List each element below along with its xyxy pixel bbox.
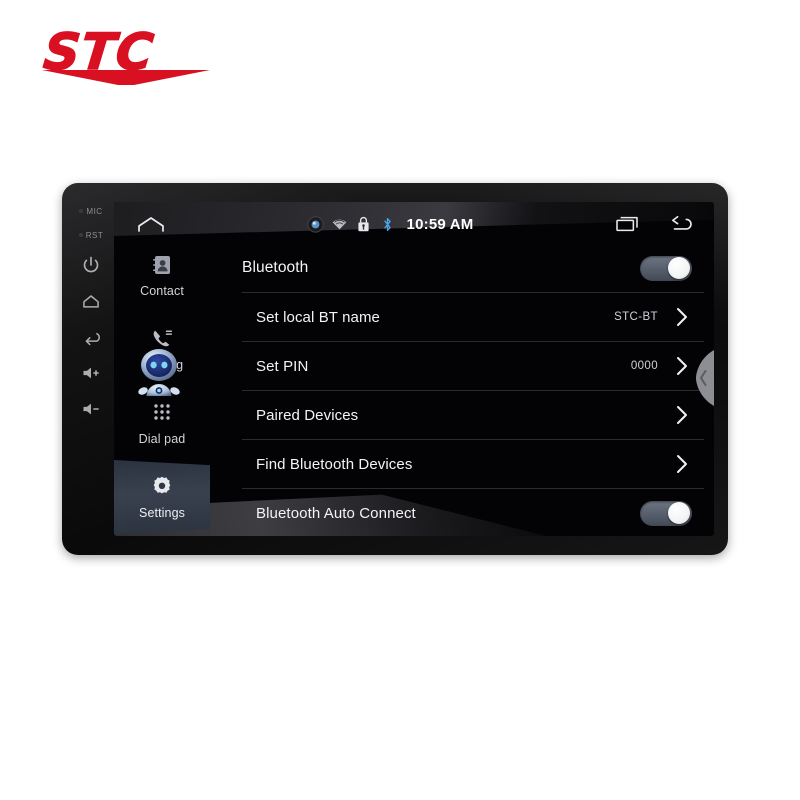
home-icon[interactable]	[136, 214, 166, 234]
call-log-icon	[153, 330, 173, 346]
status-clock: 10:59 AM	[406, 215, 474, 233]
status-indicators: 10:59 AM	[306, 215, 474, 233]
sidebar-item-dial-pad[interactable]: Dial pad	[114, 386, 210, 460]
row-title: Set PIN	[256, 357, 309, 375]
table-row[interactable]: Bluetooth Auto Connect	[242, 489, 704, 536]
sidebar-item-label: Contact	[140, 283, 184, 298]
bluetooth-icon	[383, 217, 391, 231]
wifi-icon	[332, 219, 346, 229]
bluetooth-toggle[interactable]	[640, 255, 692, 281]
gear-icon	[153, 476, 171, 493]
row-title: Bluetooth	[242, 259, 309, 276]
app-sidebar: Contact Call log Dial pad Settings	[114, 238, 210, 536]
table-row[interactable]: Set PIN 0000	[242, 342, 704, 391]
status-bar: 10:59 AM	[114, 202, 714, 246]
volume-up-icon[interactable]	[81, 363, 101, 383]
sidebar-item-contact[interactable]: Contact	[114, 238, 210, 312]
side-panel-handle[interactable]	[692, 350, 714, 406]
chevron-right-icon[interactable]	[674, 453, 690, 475]
row-value: 0000	[630, 360, 658, 372]
row-title: Bluetooth Auto Connect	[256, 504, 416, 522]
hardware-bezel: MIC RST	[70, 195, 112, 543]
recent-apps-icon[interactable]	[614, 214, 640, 234]
dial-pad-icon	[154, 403, 170, 420]
sidebar-item-label: Dial pad	[138, 431, 186, 446]
sidebar-item-settings[interactable]: Settings	[114, 460, 210, 534]
stc-logo: STC	[40, 22, 240, 94]
touchscreen[interactable]: 10:59 AM Contact Call log Dial pad Setti…	[114, 202, 714, 536]
row-title: Find Bluetooth Devices	[256, 455, 413, 473]
sidebar-item-call-log[interactable]: Call log	[114, 312, 210, 386]
reset-label: RST	[79, 231, 104, 240]
toggle-knob	[668, 257, 690, 279]
stc-logo-swoosh	[42, 70, 210, 85]
row-title: Set local BT name	[256, 308, 380, 326]
row-value: STC-BT	[614, 311, 658, 323]
bluetooth-settings-list: Bluetooth Set local BT name STC-BT Set P…	[242, 244, 704, 536]
chevron-right-icon[interactable]	[674, 306, 690, 328]
sidebar-item-label: Settings	[139, 505, 185, 520]
mic-label: MIC	[79, 207, 102, 216]
toggle-knob	[668, 502, 690, 524]
volume-down-icon[interactable]	[81, 399, 101, 419]
table-row[interactable]: Bluetooth	[242, 244, 704, 293]
power-icon[interactable]	[81, 255, 101, 275]
car-head-unit-device: MIC RST 10:59 AM Contact Call log Dial p…	[62, 183, 728, 555]
location-icon	[306, 215, 324, 233]
usb-lock-icon	[357, 216, 369, 231]
home-icon[interactable]	[81, 291, 101, 311]
table-row[interactable]: Paired Devices	[242, 391, 704, 440]
table-row[interactable]: Find Bluetooth Devices	[242, 440, 704, 489]
bluetooth-auto-connect-toggle[interactable]	[640, 500, 692, 526]
table-row[interactable]: Set local BT name STC-BT	[242, 293, 704, 342]
back-arrow-icon[interactable]	[666, 214, 692, 234]
contacts-icon	[153, 255, 170, 274]
chevron-right-icon[interactable]	[674, 404, 690, 426]
row-title: Paired Devices	[256, 406, 359, 424]
sidebar-item-label: Call log	[140, 357, 184, 372]
back-icon[interactable]	[81, 327, 101, 347]
navigation-buttons	[614, 214, 692, 234]
chevron-right-icon[interactable]	[674, 355, 690, 377]
